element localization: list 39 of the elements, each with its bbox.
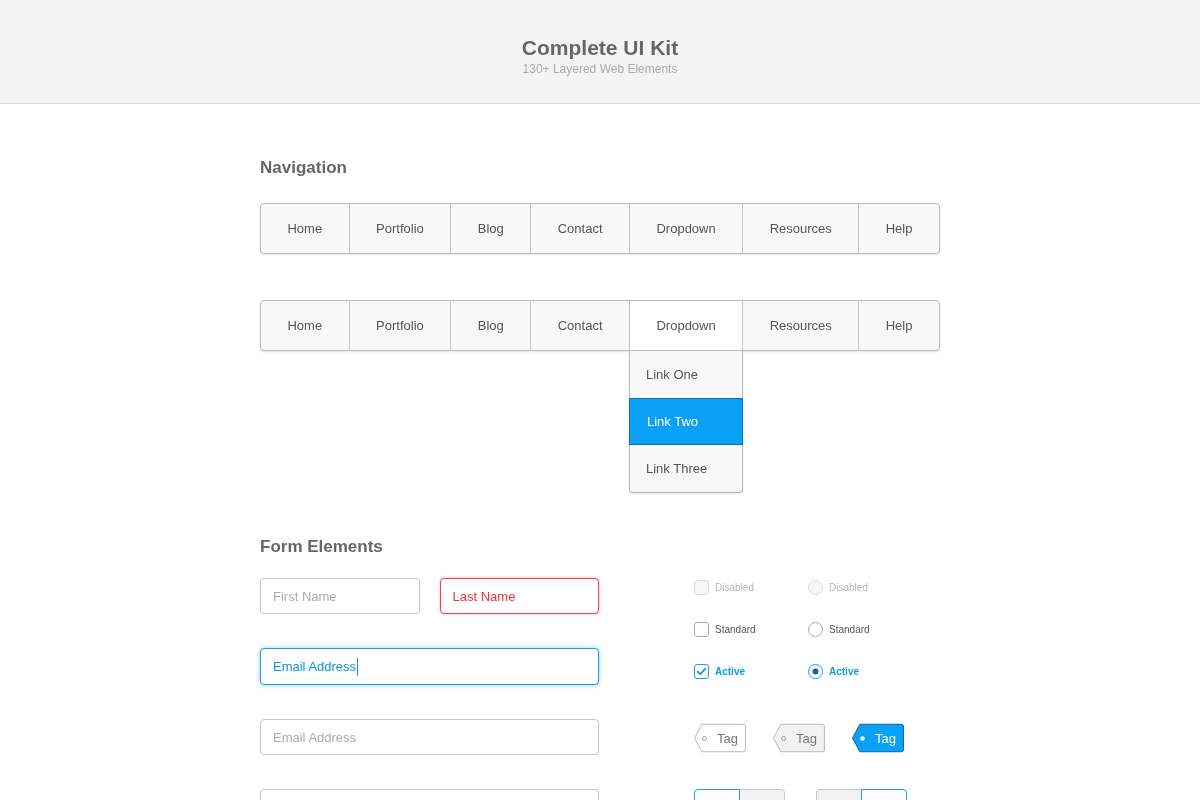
tag[interactable]: Tag (694, 724, 746, 752)
checkbox-label: Disabled (715, 581, 754, 593)
nav-item[interactable]: Help (858, 204, 939, 253)
checkbox[interactable] (694, 621, 709, 637)
checkbox-label: Standard (715, 623, 756, 635)
tag[interactable]: Tag (772, 724, 825, 752)
nav-item[interactable]: Blog (450, 301, 531, 350)
radio-label: Active (829, 665, 859, 677)
nav-item[interactable]: Home (261, 301, 349, 350)
section-heading: Form Elements (260, 537, 384, 557)
nav-item[interactable]: Home (261, 204, 349, 253)
checkbox-label: Active (715, 665, 745, 677)
radio-label: Standard (829, 623, 870, 635)
nav-item[interactable]: Help (858, 301, 939, 350)
nav-item[interactable]: Contact (530, 301, 629, 350)
menu-item[interactable]: Link One (630, 351, 743, 398)
page-title: Complete UI Kit (521, 35, 679, 60)
nav-item[interactable]: Portfolio (348, 301, 451, 350)
nav-item[interactable]: Portfolio (348, 204, 451, 253)
hole-icon (702, 735, 707, 741)
section-heading: Navigation (260, 158, 348, 178)
nav-item[interactable]: Dropdown (629, 204, 743, 253)
nav-item[interactable]: Dropdown (629, 301, 743, 350)
radio-button[interactable] (808, 663, 823, 679)
input-field[interactable]: Last Name (439, 578, 599, 614)
nav-item[interactable]: Contact (530, 204, 629, 253)
nav-item[interactable]: Resources (742, 204, 859, 253)
page-subtitle: 130+ Layered Web Elements (522, 62, 678, 76)
checkbox[interactable] (694, 663, 709, 679)
nav-item[interactable]: Blog (450, 204, 531, 253)
radio-label: Disabled (829, 581, 868, 593)
radio-button[interactable] (808, 621, 823, 637)
menu-item[interactable]: Link Three (630, 445, 743, 492)
hole-icon (859, 735, 865, 741)
input-field[interactable]: First Name (260, 578, 420, 614)
text-cursor-icon (357, 657, 359, 676)
input-field[interactable]: Email Address (260, 719, 599, 755)
nav-item[interactable]: Resources (742, 301, 859, 350)
hole-icon (780, 735, 786, 741)
